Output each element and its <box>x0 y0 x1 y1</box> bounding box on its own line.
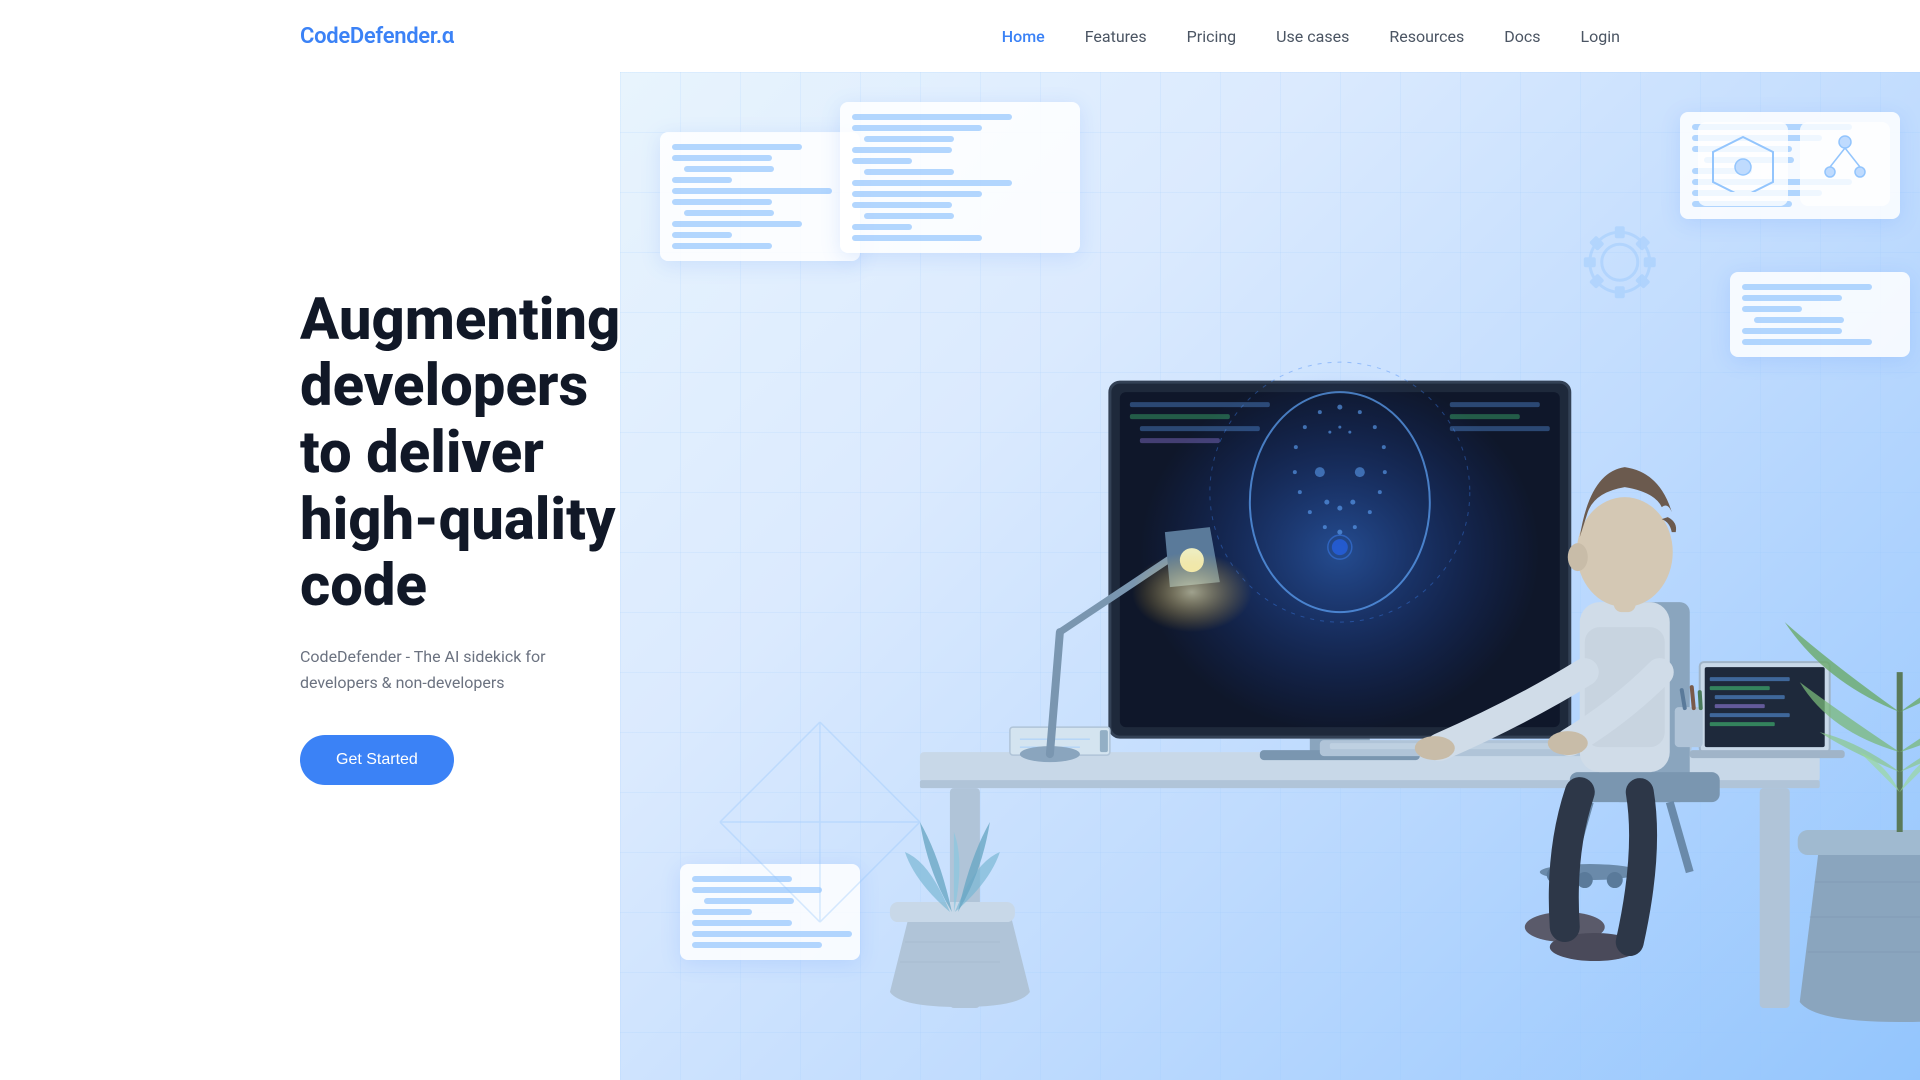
nav-link-docs[interactable]: Docs <box>1504 27 1540 46</box>
notes-area <box>1698 122 1890 206</box>
hero-illustration <box>620 72 1920 1080</box>
get-started-button[interactable]: Get Started <box>300 735 454 785</box>
note-card-1 <box>1698 122 1788 206</box>
hero-subtitle: CodeDefender - The AI sidekick for devel… <box>300 644 620 695</box>
brand-suffix: .α <box>436 24 454 49</box>
nav-link-resources[interactable]: Resources <box>1389 27 1464 46</box>
nav-link-features[interactable]: Features <box>1085 27 1147 46</box>
nav-link-home[interactable]: Home <box>1002 27 1045 46</box>
hero-title: Augmenting developers to deliver high-qu… <box>300 287 620 620</box>
desk-scene-svg <box>620 72 1920 1080</box>
hero-content: Augmenting developers to deliver high-qu… <box>0 72 620 1080</box>
nav-item-usecases[interactable]: Use cases <box>1276 27 1349 46</box>
nav-item-home[interactable]: Home <box>1002 27 1045 46</box>
note-card-2 <box>1800 122 1890 206</box>
desk-leg-right <box>1760 788 1790 1008</box>
brand-logo[interactable]: CodeDefender.α <box>300 24 454 49</box>
hexagon-diagram <box>1708 132 1778 192</box>
geo-decoration <box>720 722 920 922</box>
nav-link-usecases[interactable]: Use cases <box>1276 27 1349 46</box>
nav-link-pricing[interactable]: Pricing <box>1187 27 1237 46</box>
brand-name: CodeDefender <box>300 24 436 49</box>
laptop <box>1690 662 1845 758</box>
pencil-cup <box>1675 707 1703 747</box>
nav-item-features[interactable]: Features <box>1085 27 1147 46</box>
nav-link-login[interactable]: Login <box>1581 27 1620 46</box>
navbar: CodeDefender.α Home Features Pricing Use… <box>0 0 1920 72</box>
nav-item-login[interactable]: Login <box>1581 27 1620 46</box>
hero-section: Augmenting developers to deliver high-qu… <box>0 72 1920 1080</box>
nav-item-docs[interactable]: Docs <box>1504 27 1540 46</box>
tree-diagram <box>1810 132 1880 192</box>
nav-item-resources[interactable]: Resources <box>1389 27 1464 46</box>
nav-links: Home Features Pricing Use cases Resource… <box>1002 27 1620 46</box>
gear-icon-decor <box>1584 226 1656 298</box>
nav-item-pricing[interactable]: Pricing <box>1187 27 1237 46</box>
